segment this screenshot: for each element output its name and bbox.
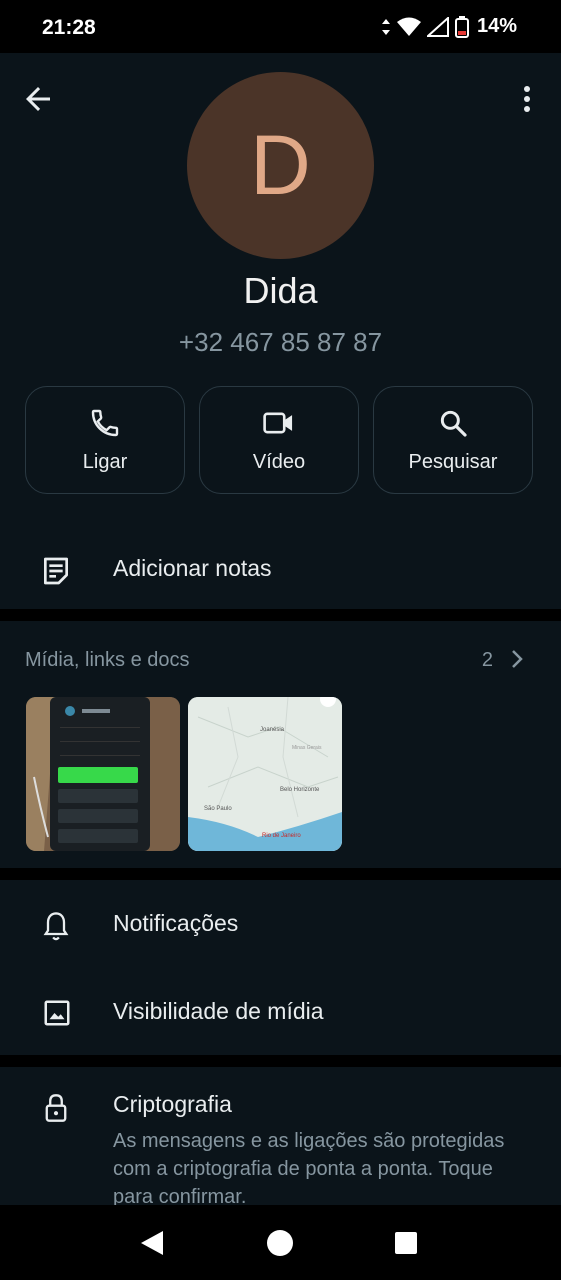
section-divider <box>0 1055 561 1067</box>
add-notes-row[interactable]: Adicionar notas <box>0 531 561 609</box>
map-label: São Paulo <box>204 806 232 812</box>
square-recents-icon <box>395 1232 417 1254</box>
media-thumbnail-map[interactable]: Joanésia Minas Gerais Belo Horizonte São… <box>188 697 342 851</box>
encryption-row[interactable]: Criptografia As mensagens e as ligações … <box>0 1067 561 1205</box>
status-bar: 21:28 14% <box>0 0 561 53</box>
back-button[interactable] <box>20 81 56 117</box>
data-arrows-icon <box>381 18 390 35</box>
map-thumbnail: Joanésia Minas Gerais Belo Horizonte São… <box>188 697 342 851</box>
call-label: Ligar <box>82 450 128 473</box>
media-thumbnail-photo[interactable] <box>26 697 180 851</box>
video-label: Vídeo <box>252 450 306 473</box>
battery-icon <box>454 15 469 38</box>
bell-icon <box>43 912 69 941</box>
nav-recents-button[interactable] <box>388 1225 424 1261</box>
wifi-icon <box>396 17 421 36</box>
nav-home-button[interactable] <box>262 1225 298 1261</box>
cell-signal-icon <box>426 16 449 37</box>
note-icon <box>44 557 68 585</box>
search-label: Pesquisar <box>408 450 498 473</box>
section-divider <box>0 609 561 621</box>
arrow-back-icon <box>26 87 50 111</box>
contact-avatar[interactable]: D <box>187 72 374 259</box>
media-section: Mídia, links e docs 2 Joanésia Minas Ger… <box>0 621 561 868</box>
circle-home-icon <box>267 1230 293 1256</box>
contact-phone: +32 467 85 87 87 <box>178 327 383 357</box>
map-label: Rio de Janeiro <box>262 833 301 839</box>
notifications-row[interactable]: Notificações <box>0 880 561 968</box>
video-icon <box>263 412 293 433</box>
search-icon <box>440 410 467 437</box>
media-visibility-row[interactable]: Visibilidade de mídia <box>0 968 561 1056</box>
call-button[interactable]: Ligar <box>25 386 185 494</box>
nav-back-button[interactable] <box>134 1225 170 1261</box>
avatar-letter: D <box>250 118 311 212</box>
map-label: Joanésia <box>260 727 285 733</box>
status-time: 21:28 <box>42 16 96 39</box>
section-divider <box>0 868 561 880</box>
action-buttons: Ligar Vídeo Pesquisar <box>25 386 533 494</box>
contact-name: Dida <box>243 270 318 311</box>
contact-info-screen: D Dida +32 467 85 87 87 Ligar Vídeo Pesq… <box>0 53 561 1205</box>
triangle-back-icon <box>141 1231 163 1255</box>
battery-percent: 14% <box>476 15 517 37</box>
encryption-title: Criptografia <box>113 1091 232 1117</box>
video-button[interactable]: Vídeo <box>199 386 359 494</box>
encryption-description: As mensagens e as ligações são protegida… <box>113 1130 505 1205</box>
more-options-button[interactable] <box>513 81 541 117</box>
map-label: Minas Gerais <box>292 745 322 751</box>
photo-thumbnail <box>26 697 180 851</box>
more-vert-icon <box>524 86 530 112</box>
add-notes-label: Adicionar notas <box>113 555 272 581</box>
search-button[interactable]: Pesquisar <box>373 386 533 494</box>
system-nav-bar <box>0 1205 561 1280</box>
image-icon <box>44 1000 70 1026</box>
notifications-label: Notificações <box>113 910 239 936</box>
lock-icon <box>45 1094 67 1122</box>
status-icons: 14% <box>381 15 517 38</box>
chevron-right-icon[interactable] <box>509 647 525 671</box>
media-visibility-label: Visibilidade de mídia <box>113 998 324 1024</box>
media-title[interactable]: Mídia, links e docs <box>25 649 190 672</box>
media-count[interactable]: 2 <box>482 649 493 672</box>
map-label: Belo Horizonte <box>280 787 320 793</box>
phone-icon <box>91 409 119 436</box>
